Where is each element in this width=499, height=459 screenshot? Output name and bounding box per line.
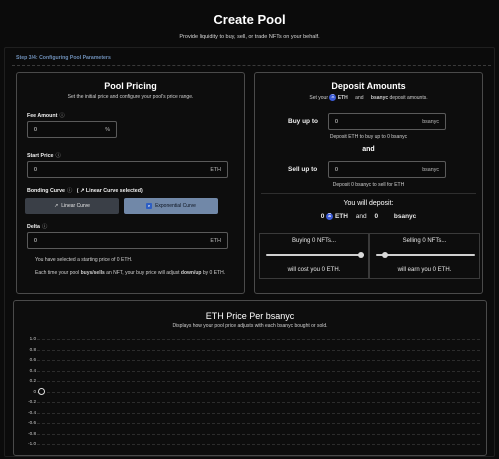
exponential-curve-label: Exponential Curve [155, 203, 196, 209]
fee-label: Fee Amount ⓘ [27, 111, 65, 119]
delta-value: 0 [34, 238, 37, 244]
chart-subtitle: Displays how your pool price adjusts wit… [172, 323, 328, 329]
buying-slider[interactable] [266, 252, 364, 258]
pool-pricing-title: Pool Pricing [104, 81, 157, 91]
y-tick-label: -0.4 [28, 409, 36, 415]
linear-arrow-icon: ↗ [54, 203, 59, 209]
curve-selected-note: ( ↗ Linear Curve selected) [76, 188, 143, 194]
buy-deposit-note: Deposit ETH to buy up to 0 bsanyc [329, 134, 408, 140]
grid-line [37, 402, 480, 403]
sell-up-to-suffix: bsanyc [422, 167, 439, 173]
y-tick-label: -0.2 [28, 399, 36, 404]
fee-value: 0 [34, 127, 37, 133]
help-circle-icon[interactable]: ⓘ [56, 151, 61, 159]
buying-title: Buying 0 NFTs... [291, 238, 336, 244]
eth-icon: Ξ [326, 213, 334, 220]
buying-box: Buying 0 NFTs... will cost you 0 ETH. [259, 233, 369, 279]
start-price-value: 0 [34, 167, 37, 173]
page-title: Create Pool [213, 12, 286, 27]
sell-up-to-label: Sell up to [288, 166, 318, 173]
eth-icon: Ξ [329, 94, 337, 101]
grid-line [37, 423, 480, 424]
selling-box: Selling 0 NFTs... will earn you 0 ETH. [369, 233, 480, 279]
step-label: Step 3/4: Configuring Pool Parameters [16, 55, 111, 61]
deposit-amounts-panel: Deposit Amounts Set your Ξ ETH and bsany… [254, 72, 483, 294]
grid-line [37, 433, 480, 435]
bonding-curve-label: Bonding Curve ⓘ ( ↗ Linear Curve selected… [27, 186, 143, 194]
linear-curve-label: Linear Curve [61, 203, 90, 209]
selling-title: Selling 0 NFTs... [402, 238, 447, 244]
grid-line [37, 412, 480, 414]
exponential-curve-button[interactable]: e Exponential Curve [124, 198, 218, 214]
help-circle-icon[interactable]: ⓘ [59, 111, 64, 119]
deposit-divider [261, 193, 476, 194]
y-tick-label: 0.6 [29, 357, 36, 362]
grid-line [37, 339, 480, 340]
deposit-title: Deposit Amounts [331, 81, 406, 91]
start-price-label: Start Price ⓘ [27, 151, 61, 159]
selling-slider-knob[interactable] [382, 252, 388, 258]
pool-pricing-panel: Pool Pricing Set the initial price and c… [16, 72, 245, 294]
linear-curve-button[interactable]: ↗ Linear Curve [25, 198, 119, 214]
delta-input[interactable]: 0 ETH [27, 232, 228, 249]
buy-up-to-label: Buy up to [288, 118, 318, 125]
data-point [38, 388, 45, 395]
grid-line [37, 391, 480, 393]
y-tick-label: 1.0 [29, 336, 36, 341]
exponential-icon: e [146, 203, 153, 209]
y-tick-label: 0.8 [29, 346, 36, 352]
selling-slider[interactable] [376, 252, 475, 258]
help-circle-icon[interactable]: ⓘ [42, 222, 47, 230]
buying-slider-knob[interactable] [358, 252, 364, 258]
buy-up-to-input[interactable]: 0 bsanyc [328, 113, 446, 130]
buy-up-to-value: 0 [335, 119, 338, 125]
y-tick-label: 0.2 [29, 378, 36, 383]
price-chart-panel: ETH Price Per bsanyc Displays how your p… [13, 300, 487, 456]
pool-pricing-subtitle: Set the initial price and configure your… [67, 94, 194, 100]
grid-line [37, 349, 480, 351]
buy-up-to-suffix: bsanyc [422, 119, 439, 125]
step-divider [12, 65, 491, 66]
help-circle-icon[interactable]: ⓘ [67, 186, 72, 194]
sell-up-to-input[interactable]: 0 bsanyc [328, 161, 446, 178]
start-price-input[interactable]: 0 ETH [27, 161, 228, 178]
chart-title: ETH Price Per bsanyc [205, 311, 295, 321]
sell-deposit-note: Deposit 0 bsanyc to sell for ETH [332, 182, 405, 188]
buying-cost: will cost you 0 ETH. [287, 267, 341, 273]
y-tick-label: -0.8 [28, 430, 36, 436]
deposit-subtitle: Set your Ξ ETH and bsanyc deposit amount… [309, 94, 428, 101]
will-deposit-label: You will deposit: [343, 200, 394, 207]
selling-earn: will earn you 0 ETH. [397, 267, 452, 273]
starting-price-note: You have selected a starting price of 0 … [35, 257, 133, 263]
y-tick-label: -0.6 [28, 420, 36, 425]
delta-suffix: ETH [210, 238, 221, 244]
grid-line [37, 444, 480, 445]
grid-line [37, 360, 480, 361]
start-price-suffix: ETH [210, 167, 221, 173]
fee-suffix: % [105, 127, 110, 133]
grid-line [37, 370, 480, 372]
y-tick-label: 0.4 [29, 367, 36, 373]
y-tick-label: 0 [33, 388, 36, 394]
and-label: and [362, 146, 375, 153]
page-subtitle: Provide liquidity to buy, sell, or trade… [179, 34, 320, 40]
sell-up-to-value: 0 [335, 167, 338, 173]
price-adjust-note: Each time your pool buys/sells an NFT, y… [35, 270, 226, 276]
delta-label: Delta ⓘ [27, 222, 48, 230]
deposit-summary: 0 Ξ ETH and 0 bsanyc [320, 213, 417, 221]
fee-input[interactable]: 0 % [27, 121, 117, 138]
y-tick-label: -1.0 [28, 441, 36, 446]
grid-line [37, 381, 480, 382]
